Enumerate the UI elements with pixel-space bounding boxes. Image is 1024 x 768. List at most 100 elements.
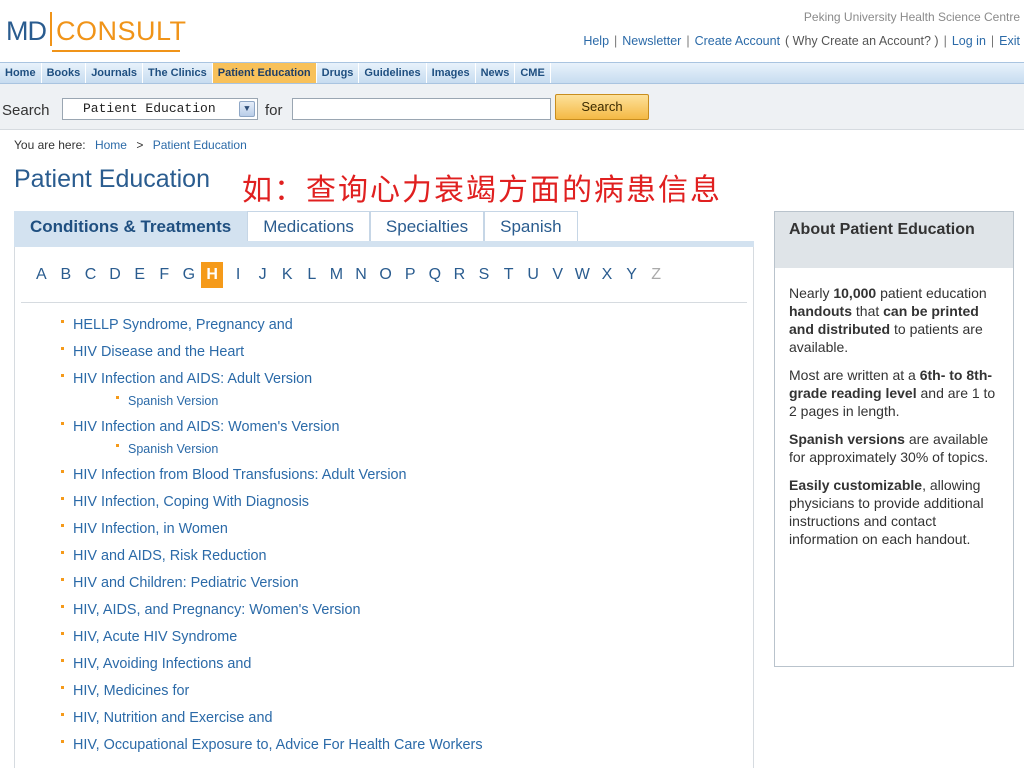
divider [21,302,747,303]
alphabet-letter-p[interactable]: P [398,262,423,288]
alphabet-letter-b[interactable]: B [54,262,79,288]
topic-link[interactable]: HIV Infection and AIDS: Women's Version S… [61,419,733,457]
nav-images[interactable]: Images [427,63,476,83]
header: MD CONSULT Peking University Health Scie… [0,0,1024,62]
link-separator: | [614,34,618,48]
search-button[interactable]: Search [555,94,649,120]
topic-link[interactable]: HIV, Acute HIV Syndrome [61,629,733,646]
breadcrumb: You are here: Home > Patient Education [14,138,247,152]
for-label: for [265,102,283,119]
institution-name: Peking University Health Science Centre [803,10,1020,24]
nav-patient-education[interactable]: Patient Education [212,63,317,83]
alphabet-letter-d[interactable]: D [103,262,128,288]
topic-list: HELLP Syndrome, Pregnancy and HIV Disease… [61,317,733,764]
nav-cme[interactable]: CME [515,63,551,83]
alphabet-letter-h[interactable]: H [201,262,224,288]
nav-journals[interactable]: Journals [86,63,144,83]
alphabet-letter-l[interactable]: L [300,262,325,288]
topic-link[interactable]: HIV, Medicines for [61,683,733,700]
nav-the-clinics[interactable]: The Clinics [143,63,213,83]
breadcrumb-separator: > [136,138,144,152]
spanish-version-link[interactable]: Spanish Version [116,442,733,457]
topic-link[interactable]: HIV Infection, Coping With Diagnosis [61,494,733,511]
logo-consult-text: CONSULT [50,12,187,52]
topic-link[interactable]: HELLP Syndrome, Pregnancy and [61,317,733,334]
nav-guidelines[interactable]: Guidelines [359,63,427,83]
search-scope-value: Patient Education [83,101,216,116]
sidebar-paragraph: Easily customizable, allowing physicians… [789,477,984,547]
topic-link[interactable]: HIV, Occupational Exposure to, Advice Fo… [61,737,733,754]
tab-medications[interactable]: Medications [247,211,370,241]
breadcrumb-home[interactable]: Home [95,138,127,152]
logo-md-text: MD [6,16,47,46]
tab-specialties[interactable]: Specialties [369,211,485,241]
alphabet-letter-z: Z [651,266,662,283]
alphabet-letter-a[interactable]: A [29,262,54,288]
alphabet-letter-t[interactable]: T [496,262,521,288]
md-consult-logo[interactable]: MD CONSULT [6,6,187,52]
sidebar-title: About Patient Education [775,212,1013,268]
search-input[interactable] [292,98,551,120]
alphabet-letter-r[interactable]: R [447,262,472,288]
annotation-overlay: 如：查询心力衰竭方面的病患信息 [242,173,722,208]
chevron-down-icon[interactable]: ▼ [239,101,255,117]
why-create-account-link[interactable]: ( Why Create an Account? ) [785,34,939,48]
sidebar-paragraph: Nearly 10,000 patient education handouts… [789,285,987,355]
login-link[interactable]: Log in [952,34,986,48]
create-account-link[interactable]: Create Account [695,34,780,48]
alphabet-letter-c[interactable]: C [78,262,103,288]
sidebar-paragraph: Most are written at a 6th- to 8th-grade … [789,367,996,419]
top-links: Help | Newsletter | Create Account ( Why… [583,34,1020,48]
alphabet-letter-g[interactable]: G [177,262,202,288]
link-separator: | [990,34,995,48]
alphabet-letter-f[interactable]: F [152,262,177,288]
alphabet-letter-j[interactable]: J [250,262,275,288]
main-nav: Home Books Journals The Clinics Patient … [0,62,1024,84]
about-sidebar: About Patient Education Nearly 10,000 pa… [774,211,1014,667]
search-bar: Search Patient Education ▼ for Search [0,84,1024,130]
sidebar-paragraph: Spanish versions are available for appro… [789,431,989,465]
alphabet-letter-e[interactable]: E [127,262,152,288]
nav-books[interactable]: Books [42,63,87,83]
nav-drugs[interactable]: Drugs [317,63,360,83]
nav-home[interactable]: Home [0,63,42,83]
spanish-version-link[interactable]: Spanish Version [116,394,733,409]
breadcrumb-prefix: You are here: [14,138,86,152]
search-label: Search [2,102,50,119]
category-tabs: Conditions & Treatments Medications Spec… [14,211,754,247]
alphabet-letter-s[interactable]: S [472,262,497,288]
tab-conditions-treatments[interactable]: Conditions & Treatments [14,211,248,241]
topic-link[interactable]: HIV Infection, in Women [61,521,733,538]
alphabet-letter-o[interactable]: O [373,262,398,288]
alphabet-letter-y[interactable]: Y [619,262,644,288]
topic-link[interactable]: HIV Disease and the Heart [61,344,733,361]
topic-link[interactable]: HIV and Children: Pediatric Version [61,575,733,592]
page-title: Patient Education [14,165,210,193]
alphabet-letter-q[interactable]: Q [423,262,448,288]
topic-link[interactable]: HIV, Nutrition and Exercise and [61,710,733,727]
newsletter-link[interactable]: Newsletter [622,34,681,48]
link-separator: | [686,34,690,48]
search-scope-select[interactable]: Patient Education ▼ [62,98,258,120]
tab-spanish[interactable]: Spanish [484,211,578,241]
topic-link[interactable]: HIV Infection from Blood Transfusions: A… [61,467,733,484]
alphabet-letter-v[interactable]: V [545,262,570,288]
exit-link[interactable]: Exit [999,34,1020,48]
topic-link[interactable]: HIV, Avoiding Infections and [61,656,733,673]
alphabet-letter-k[interactable]: K [275,262,300,288]
alphabet-index: ABCDEFGHIJKLMNOPQRSTUVWXYZ [29,262,668,288]
help-link[interactable]: Help [583,34,609,48]
alphabet-letter-x[interactable]: X [595,262,620,288]
alphabet-letter-w[interactable]: W [570,262,595,288]
breadcrumb-patient-education[interactable]: Patient Education [153,138,247,152]
link-separator: | [943,34,947,48]
alphabet-letter-u[interactable]: U [521,262,546,288]
alphabet-letter-i[interactable]: I [226,262,251,288]
topic-link[interactable]: HIV Infection and AIDS: Adult Version Spa… [61,371,733,409]
nav-news[interactable]: News [476,63,516,83]
sidebar-body: Nearly 10,000 patient education handouts… [775,268,1013,548]
topic-link[interactable]: HIV, AIDS, and Pregnancy: Women's Versio… [61,602,733,619]
topic-link[interactable]: HIV and AIDS, Risk Reduction [61,548,733,565]
alphabet-letter-m[interactable]: M [324,262,349,288]
alphabet-letter-n[interactable]: N [349,262,374,288]
